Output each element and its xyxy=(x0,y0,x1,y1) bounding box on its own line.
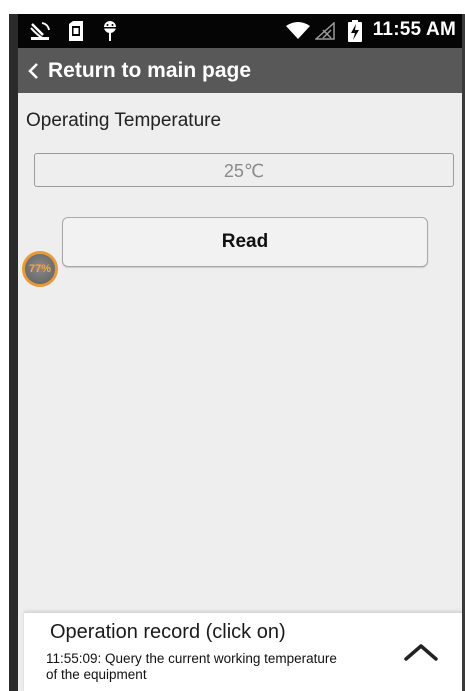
chevron-up-icon[interactable] xyxy=(402,641,440,665)
section-label: Operating Temperature xyxy=(26,110,222,131)
temperature-field: 25℃ xyxy=(34,153,454,187)
android-icon xyxy=(100,20,120,42)
operation-record-panel[interactable]: Operation record (click on) 11:55:09: Qu… xyxy=(24,612,462,691)
wifi-icon xyxy=(286,20,310,42)
record-title: Operation record (click on) xyxy=(50,621,286,643)
no-signal-icon xyxy=(314,20,336,42)
record-entry: 11:55:09: Query the current working temp… xyxy=(46,651,337,682)
chevron-left-icon[interactable] xyxy=(26,59,46,83)
device: 11:55 AM Return to main page Operating T… xyxy=(0,0,465,691)
sim-card-icon xyxy=(66,20,86,42)
read-button[interactable]: Read xyxy=(62,217,428,267)
screen: 11:55 AM Return to main page Operating T… xyxy=(18,14,462,691)
battery-charging-icon xyxy=(346,20,364,42)
device-bezel-left xyxy=(9,14,18,691)
status-bar: 11:55 AM xyxy=(18,14,462,48)
floating-assistant-badge[interactable]: 77% xyxy=(22,251,58,287)
status-time: 11:55 AM xyxy=(372,19,456,40)
satellite-dish-icon xyxy=(28,20,52,42)
return-to-main-button[interactable]: Return to main page xyxy=(18,48,462,93)
nav-title: Return to main page xyxy=(48,58,252,82)
